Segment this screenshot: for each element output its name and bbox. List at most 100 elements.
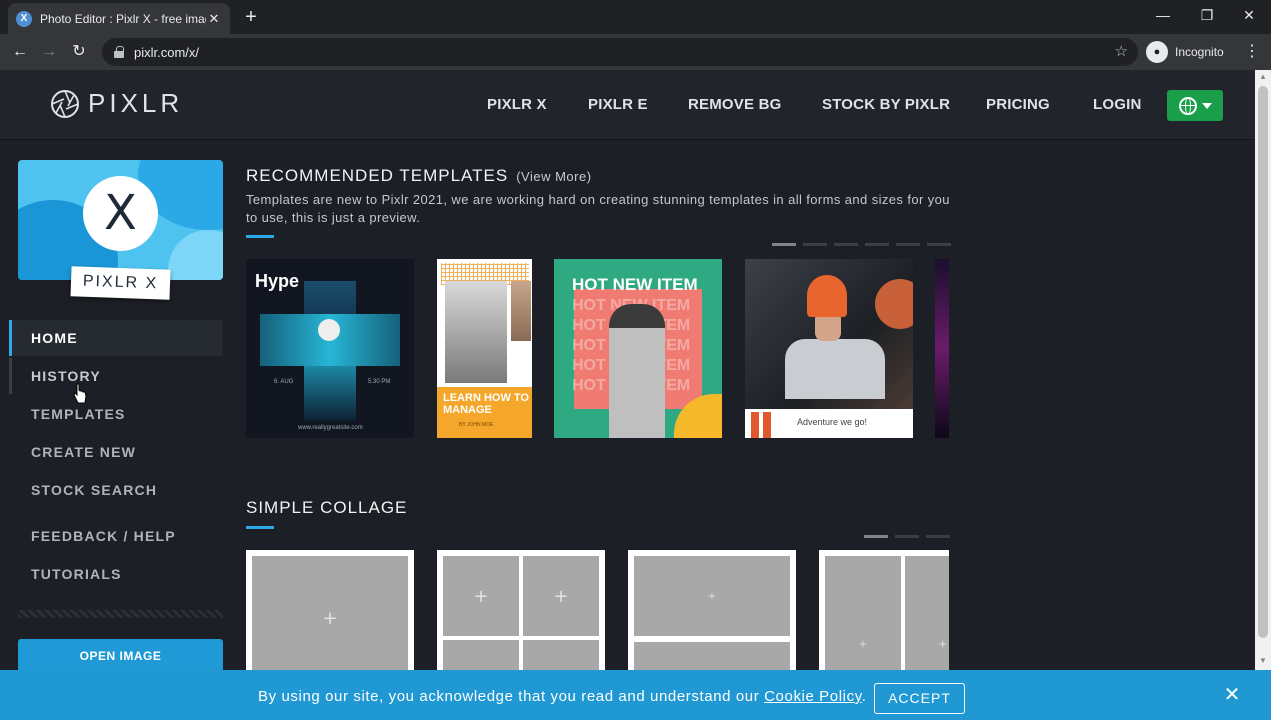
collage-cell[interactable]: + bbox=[252, 556, 408, 680]
template-caption: Adventure we go! bbox=[797, 417, 868, 427]
globe-icon bbox=[1178, 96, 1197, 115]
plus-icon: + bbox=[322, 607, 338, 629]
collage-cell[interactable]: + bbox=[825, 556, 901, 680]
sidebar-item-templates[interactable]: TEMPLATES bbox=[9, 396, 223, 432]
plus-icon: + bbox=[473, 585, 489, 607]
pager-dot[interactable] bbox=[834, 243, 858, 246]
accept-button[interactable]: ACCEPT bbox=[874, 683, 965, 714]
window-close-icon[interactable]: ✕ bbox=[1227, 0, 1271, 30]
language-button[interactable] bbox=[1167, 90, 1223, 121]
recommended-templates-heading: RECOMMENDED TEMPLATES (View More) bbox=[246, 166, 592, 186]
marshmello-figure bbox=[318, 319, 340, 341]
pager-dot[interactable] bbox=[772, 243, 796, 246]
browser-toolbar: ← → ↻ pixlr.com/x/ ☆ ● Incognito ⋮ bbox=[0, 34, 1271, 70]
simple-collage-heading: SIMPLE COLLAGE bbox=[246, 498, 408, 517]
collage-card-single[interactable]: + bbox=[246, 550, 414, 680]
template-photo bbox=[807, 275, 847, 317]
nav-remove-bg[interactable]: REMOVE BG bbox=[688, 96, 781, 113]
section-underline bbox=[246, 235, 274, 238]
pixlr-favicon-icon: X bbox=[16, 10, 32, 27]
pager-dot[interactable] bbox=[895, 535, 919, 538]
templates-pager[interactable] bbox=[772, 243, 951, 246]
bookmark-star-icon[interactable]: ☆ bbox=[1115, 42, 1128, 60]
view-more-link[interactable]: (View More) bbox=[516, 169, 591, 184]
sidebar-item-create-new[interactable]: CREATE NEW bbox=[9, 434, 223, 470]
pager-dot[interactable] bbox=[896, 243, 920, 246]
app-card-label: PIXLR X bbox=[70, 266, 171, 300]
templates-description: Templates are new to Pixlr 2021, we are … bbox=[246, 192, 950, 225]
lock-icon bbox=[114, 46, 124, 58]
template-title: LEARN HOW TO MANAGE bbox=[443, 392, 529, 416]
template-title: Hype bbox=[255, 271, 300, 291]
reload-icon[interactable]: ↻ bbox=[68, 41, 90, 63]
incognito-label: Incognito bbox=[1175, 45, 1224, 59]
hand-cursor-icon bbox=[73, 383, 87, 404]
nav-pricing[interactable]: PRICING bbox=[986, 96, 1050, 113]
forward-arrow-icon[interactable]: → bbox=[38, 41, 60, 63]
template-card-hot-new-item[interactable]: HOT NEW ITEM HOT NEW ITEM HOT NEW ITEM H… bbox=[554, 259, 722, 438]
address-bar[interactable]: pixlr.com/x/ ☆ bbox=[102, 38, 1138, 66]
pixlr-x-app-card[interactable]: X bbox=[18, 160, 223, 280]
tab-close-icon[interactable]: ✕ bbox=[206, 11, 222, 27]
sidebar-divider bbox=[18, 610, 223, 618]
recommended-title: RECOMMENDED TEMPLATES bbox=[246, 166, 509, 185]
plus-icon: + bbox=[938, 638, 947, 650]
sidebar-item-feedback-help[interactable]: FEEDBACK / HELP bbox=[9, 518, 223, 554]
pager-dot[interactable] bbox=[926, 535, 950, 538]
collage-card-grid-4[interactable]: + + bbox=[437, 550, 605, 680]
url-text: pixlr.com/x/ bbox=[134, 44, 200, 60]
new-tab-icon[interactable]: + bbox=[240, 6, 262, 28]
open-image-button[interactable]: OPEN IMAGE bbox=[18, 639, 223, 673]
cookie-message: By using our site, you acknowledge that … bbox=[258, 688, 867, 705]
scroll-up-icon[interactable]: ▲ bbox=[1258, 72, 1268, 82]
collage-cell[interactable]: + bbox=[523, 556, 599, 636]
pager-dot[interactable] bbox=[803, 243, 827, 246]
sidebar-item-tutorials[interactable]: TUTORIALS bbox=[9, 556, 223, 592]
minimize-icon[interactable]: — bbox=[1141, 0, 1185, 30]
nav-login[interactable]: LOGIN bbox=[1093, 96, 1142, 113]
collage-card-columns[interactable]: + + bbox=[819, 550, 949, 680]
pixlr-logo[interactable]: PIXLR bbox=[50, 88, 183, 119]
pager-dot[interactable] bbox=[927, 243, 951, 246]
template-card-learn-how-to-manage[interactable]: LEARN HOW TO MANAGE BY JOHN MOE bbox=[437, 259, 532, 438]
template-card-hype[interactable]: Hype 6. AUG 5.30 PM www.reallygreatsite.… bbox=[246, 259, 414, 438]
collage-cell[interactable]: + bbox=[443, 556, 519, 636]
collage-card-stacked[interactable]: + bbox=[628, 550, 796, 680]
nav-pixlr-e[interactable]: PIXLR E bbox=[588, 96, 648, 113]
aperture-icon bbox=[51, 89, 79, 118]
restore-icon[interactable]: ❐ bbox=[1185, 0, 1229, 30]
scroll-down-icon[interactable]: ▼ bbox=[1258, 656, 1268, 666]
sidebar-item-home[interactable]: HOME bbox=[9, 320, 223, 356]
collage-cell[interactable]: + bbox=[634, 556, 790, 636]
browser-tab-strip: X Photo Editor : Pixlr X - free image ✕ … bbox=[0, 0, 1271, 34]
pager-dot[interactable] bbox=[864, 535, 888, 538]
sidebar-item-stock-search[interactable]: STOCK SEARCH bbox=[9, 472, 223, 508]
template-card-adventure[interactable]: Adventure we go! bbox=[745, 259, 913, 438]
cookie-policy-link[interactable]: Cookie Policy bbox=[764, 688, 862, 705]
plus-icon: + bbox=[553, 585, 569, 607]
nav-pixlr-x[interactable]: PIXLR X bbox=[487, 96, 547, 113]
collage-cell[interactable]: + bbox=[905, 556, 949, 680]
pager-dot[interactable] bbox=[865, 243, 889, 246]
browser-tab[interactable]: X Photo Editor : Pixlr X - free image ✕ bbox=[8, 3, 230, 34]
nav-stock-by-pixlr[interactable]: STOCK BY PIXLR bbox=[822, 96, 950, 113]
incognito-indicator[interactable]: ● Incognito bbox=[1146, 40, 1224, 64]
plus-icon: + bbox=[858, 638, 868, 650]
sidebar-item-history[interactable]: HISTORY bbox=[9, 358, 223, 394]
pixlr-x-icon: X bbox=[83, 176, 158, 251]
cookie-banner: By using our site, you acknowledge that … bbox=[0, 670, 1271, 720]
chevron-down-icon bbox=[1201, 102, 1212, 109]
site-header: PIXLR PIXLR X PIXLR E REMOVE BG STOCK BY… bbox=[0, 70, 1255, 140]
back-arrow-icon[interactable]: ← bbox=[9, 41, 31, 63]
scrollbar-thumb[interactable] bbox=[1258, 86, 1268, 638]
tab-title: Photo Editor : Pixlr X - free image bbox=[40, 11, 206, 26]
close-icon[interactable]: ✕ bbox=[1222, 685, 1242, 705]
logo-text: PIXLR bbox=[88, 88, 184, 118]
plus-icon: + bbox=[707, 590, 717, 602]
template-card-partial[interactable] bbox=[935, 259, 949, 438]
browser-menu-icon[interactable]: ⋮ bbox=[1244, 42, 1260, 62]
collage-pager[interactable] bbox=[864, 535, 950, 538]
template-photo bbox=[445, 281, 507, 383]
template-photo bbox=[609, 304, 665, 438]
section-underline bbox=[246, 526, 274, 529]
